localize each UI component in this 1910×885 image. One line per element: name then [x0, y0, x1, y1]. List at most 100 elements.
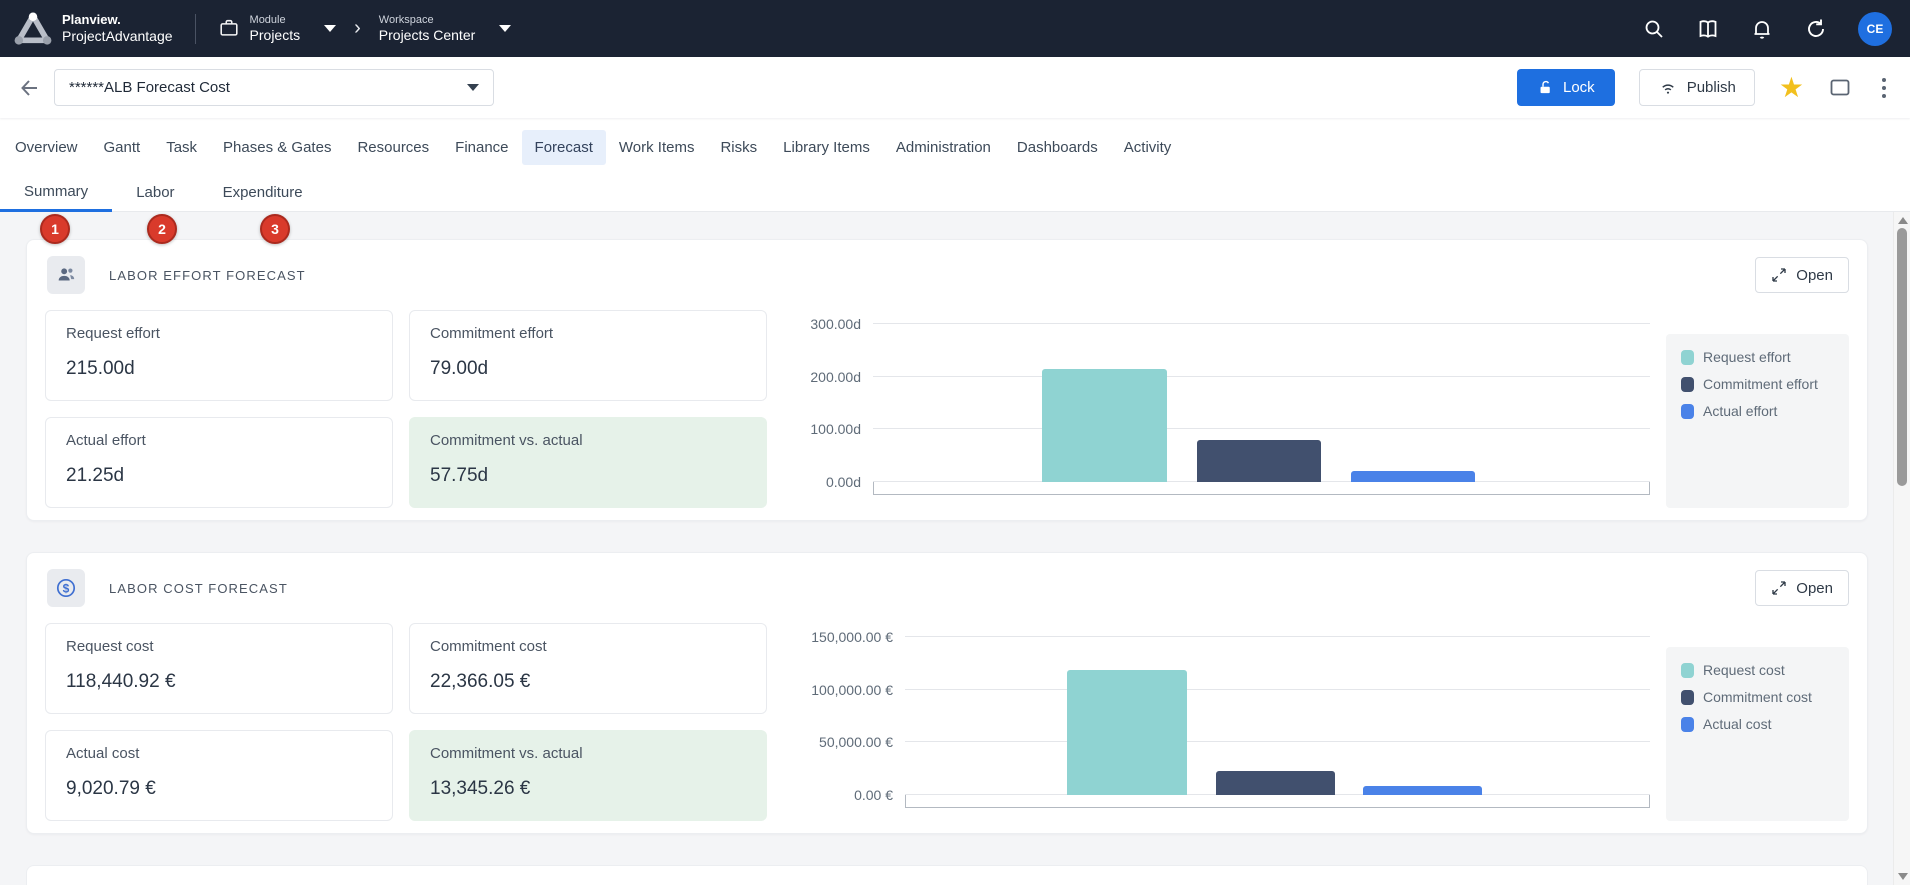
- gridline: [905, 741, 1650, 742]
- gridline: [905, 636, 1650, 637]
- metric-tile-commitment-cost: Commitment cost22,366.05 €: [409, 623, 767, 714]
- scroll-down-arrow-icon[interactable]: [1898, 873, 1908, 880]
- scrollbar-thumb[interactable]: [1897, 228, 1907, 486]
- tab-resources[interactable]: Resources: [344, 130, 442, 165]
- book-icon[interactable]: [1696, 17, 1720, 41]
- open-button-label: Open: [1796, 267, 1833, 284]
- tab-work-items[interactable]: Work Items: [606, 130, 708, 165]
- legend-label: Request cost: [1703, 662, 1785, 678]
- refresh-icon[interactable]: [1804, 17, 1828, 41]
- toolbar-actions: Lock Publish ★: [1517, 69, 1892, 106]
- tab-forecast[interactable]: Forecast: [522, 130, 606, 165]
- plot-area: [873, 324, 1650, 482]
- bar-commitment-cost[interactable]: [1216, 771, 1335, 795]
- labor-effort-forecast-card: LABOR EFFORT FORECAST Open Request effor…: [26, 239, 1868, 521]
- brand-text: Planview. ProjectAdvantage: [62, 13, 173, 44]
- vertical-scrollbar[interactable]: [1893, 212, 1910, 885]
- workspace-switcher[interactable]: Workspace Projects Center: [379, 14, 511, 44]
- workspace-value: Projects Center: [379, 27, 475, 44]
- page-content: LABOR EFFORT FORECAST Open Request effor…: [0, 212, 1910, 885]
- metric-label: Actual effort: [66, 432, 372, 449]
- lock-button-label: Lock: [1563, 79, 1595, 96]
- legend-label: Commitment cost: [1703, 689, 1812, 705]
- tab-phases-gates[interactable]: Phases & Gates: [210, 130, 344, 165]
- legend-label: Actual cost: [1703, 716, 1771, 732]
- cost-bar-chart: 150,000.00 €100,000.00 €50,000.00 €0.00 …: [773, 623, 1650, 821]
- bar-actual-cost[interactable]: [1363, 786, 1482, 796]
- back-button[interactable]: [14, 72, 46, 104]
- x-axis: [905, 795, 1650, 808]
- publish-button-label: Publish: [1687, 79, 1736, 96]
- metric-label: Actual cost: [66, 745, 372, 762]
- entity-toolbar: ******ALB Forecast Cost Lock Publish ★: [0, 57, 1910, 118]
- card-body: Request cost118,440.92 €Commitment cost2…: [45, 623, 1849, 821]
- metric-value: 22,366.05 €: [430, 671, 746, 693]
- legend-item-commitment-effort: Commitment effort: [1681, 376, 1834, 392]
- legend-swatch-icon: [1681, 690, 1694, 705]
- legend-item-actual-effort: Actual effort: [1681, 403, 1834, 419]
- metric-label: Request effort: [66, 325, 372, 342]
- tab-risks[interactable]: Risks: [707, 130, 770, 165]
- tab-activity[interactable]: Activity: [1111, 130, 1185, 165]
- back-arrow-icon: [18, 76, 42, 100]
- tab-finance[interactable]: Finance: [442, 130, 521, 165]
- planview-logo[interactable]: Planview. ProjectAdvantage: [14, 12, 173, 46]
- subtab-summary[interactable]: Summary: [0, 177, 112, 212]
- y-axis: 300.00d200.00d100.00d0.00d: [773, 324, 873, 482]
- y-tick-label: 300.00d: [810, 316, 861, 332]
- bar-actual-effort[interactable]: [1351, 471, 1475, 482]
- effort-bar-chart: 300.00d200.00d100.00d0.00d: [773, 310, 1650, 508]
- entity-selector[interactable]: ******ALB Forecast Cost: [54, 69, 494, 106]
- comment-icon[interactable]: [1828, 76, 1852, 100]
- tab-gantt[interactable]: Gantt: [91, 130, 154, 165]
- legend-label: Commitment effort: [1703, 376, 1818, 392]
- metric-label: Request cost: [66, 638, 372, 655]
- metric-tiles: Request cost 118,440.92 € Commitment cost2…: [45, 623, 767, 821]
- scroll-up-arrow-icon[interactable]: [1898, 217, 1908, 224]
- search-icon[interactable]: [1642, 17, 1666, 41]
- lock-open-icon: [1537, 79, 1554, 96]
- metric-label: Commitment vs. actual: [430, 745, 746, 762]
- tab-task[interactable]: Task: [153, 130, 210, 165]
- metric-tile-commitment-vs-actual: Commitment vs. actual13,345.26 €: [409, 730, 767, 821]
- subtab-expenditure[interactable]: Expenditure: [199, 177, 327, 212]
- legend-item-request-cost: Request cost: [1681, 662, 1834, 678]
- y-tick-label: 200.00d: [810, 369, 861, 385]
- legend-swatch-icon: [1681, 663, 1694, 678]
- tab-dashboards[interactable]: Dashboards: [1004, 130, 1111, 165]
- bar-request-cost[interactable]: [1067, 670, 1186, 795]
- subtab-labor[interactable]: Labor: [112, 177, 198, 212]
- y-tick-label: 50,000.00 €: [819, 734, 893, 750]
- chart-legend: Request cost Commitment cost Actual cost: [1666, 647, 1849, 821]
- open-button[interactable]: Open: [1755, 257, 1849, 293]
- metric-tile-commitment-effort: Commitment effort79.00d: [409, 310, 767, 401]
- lock-button[interactable]: Lock: [1517, 69, 1615, 106]
- bell-icon[interactable]: [1750, 17, 1774, 41]
- legend-swatch-icon: [1681, 350, 1694, 365]
- gridline: [873, 323, 1650, 324]
- legend-item-actual-cost: Actual cost: [1681, 716, 1834, 732]
- bar-commitment-effort[interactable]: [1197, 440, 1321, 482]
- gridline: [905, 689, 1650, 690]
- more-options-icon[interactable]: [1876, 74, 1892, 102]
- tab-overview[interactable]: Overview: [2, 130, 91, 165]
- card-header: $ LABOR COST FORECAST Open: [45, 569, 1849, 607]
- favorite-star-icon[interactable]: ★: [1779, 74, 1804, 102]
- brand-line2: ProjectAdvantage: [62, 28, 173, 44]
- legend-item-commitment-cost: Commitment cost: [1681, 689, 1834, 705]
- avatar[interactable]: CE: [1858, 12, 1892, 46]
- planview-triangle-icon: [14, 12, 52, 46]
- open-button-label: Open: [1796, 580, 1833, 597]
- expand-icon: [1771, 267, 1787, 283]
- module-tabs: OverviewGanttTaskPhases & GatesResources…: [0, 118, 1910, 177]
- open-button[interactable]: Open: [1755, 570, 1849, 606]
- bar-request-effort[interactable]: [1042, 369, 1166, 482]
- tab-administration[interactable]: Administration: [883, 130, 1004, 165]
- tab-library-items[interactable]: Library Items: [770, 130, 883, 165]
- module-value: Projects: [250, 27, 301, 44]
- publish-button[interactable]: Publish: [1639, 69, 1755, 106]
- metric-value: 118,440.92 €: [66, 671, 372, 693]
- metric-value: 9,020.79 €: [66, 778, 372, 800]
- module-switcher[interactable]: Module Projects: [218, 14, 337, 44]
- annotation-badge-1: 1: [40, 214, 70, 244]
